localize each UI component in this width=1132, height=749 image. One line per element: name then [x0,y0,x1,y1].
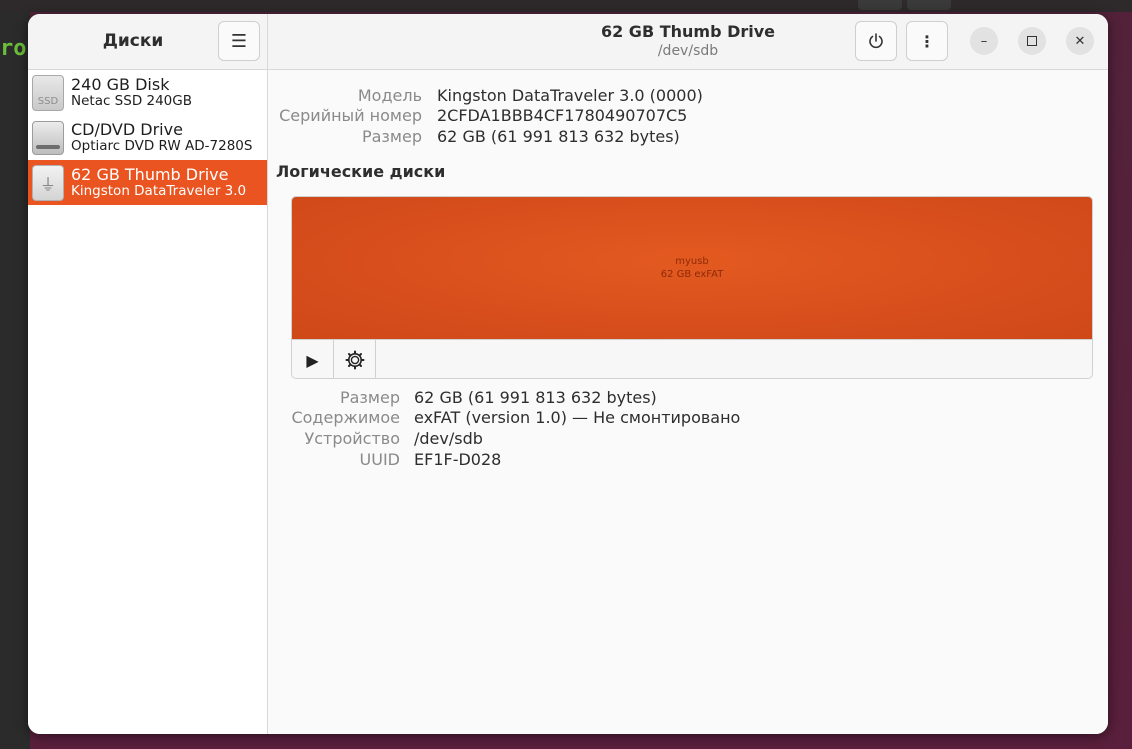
disk-model: Kingston DataTraveler 3.0 [71,182,247,199]
sidebar-item-thumb-drive[interactable]: ⏚ 62 GB Thumb Drive Kingston DataTravele… [28,160,267,205]
partition-block[interactable]: myusb 62 GB exFAT [292,197,1092,339]
volume-map: myusb 62 GB exFAT ▶ [291,196,1093,379]
volume-device-value: /dev/sdb [414,429,483,448]
power-icon [869,33,883,49]
partition-description: 62 GB exFAT [660,269,724,280]
more-vertical-icon: ⋮ [919,31,935,51]
model-label: Модель [357,86,422,105]
drive-device-path: /dev/sdb [657,43,719,59]
volume-content-label: Содержимое [291,408,400,427]
drive-options-button[interactable]: ⋮ [906,21,948,61]
app-title: Диски [102,31,164,51]
disk-model: Netac SSD 240GB [71,92,192,109]
optical-drive-icon [32,120,64,155]
size-label: Размер [361,127,422,146]
volumes-section-title: Логические диски [276,162,446,181]
volume-content-value: exFAT (version 1.0) — Не смонтировано [414,408,741,427]
sidebar-item-240gb-disk[interactable]: SSD 240 GB Disk Netac SSD 240GB [28,70,267,115]
header-bar: 62 GB Thumb Drive /dev/sdb ⋮ – ✕ [268,14,1108,70]
close-button[interactable]: ✕ [1066,27,1094,55]
main-panel: 62 GB Thumb Drive /dev/sdb ⋮ – ✕ Модель … [268,14,1108,734]
ssd-icon-label: SSD [37,95,59,107]
volume-device-label: Устройство [304,429,400,448]
disks-window: Диски ☰ SSD 240 GB Disk Netac SSD 240GB … [28,14,1108,734]
sidebar: Диски ☰ SSD 240 GB Disk Netac SSD 240GB … [28,14,268,734]
drive-title: 62 GB Thumb Drive [600,22,776,41]
serial-label: Серийный номер [279,106,422,125]
terminal-window-edge: ro [0,12,30,749]
play-mount-icon: ▶ [306,350,319,370]
desktop-top-tab [858,0,902,10]
partition-name: myusb [675,255,709,267]
ssd-drive-icon: SSD [32,74,64,111]
minimize-icon: – [980,33,988,49]
size-value: 62 GB (61 991 813 632 bytes) [437,127,680,146]
terminal-text-fragment: ro [0,36,27,61]
volume-toolbar: ▶ [292,339,1092,378]
maximize-icon [1027,36,1037,46]
hamburger-menu-icon: ☰ [230,30,248,52]
volume-size-value: 62 GB (61 991 813 632 bytes) [414,388,657,407]
volume-uuid-value: EF1F-D028 [414,450,502,469]
minimize-button[interactable]: – [970,27,998,55]
volume-uuid-label: UUID [359,450,400,469]
close-icon: ✕ [1074,33,1086,49]
sidebar-item-cd-dvd-drive[interactable]: CD/DVD Drive Optiarc DVD RW AD-7280S [28,115,267,160]
maximize-button[interactable] [1018,27,1046,55]
desktop-top-tab [907,0,951,10]
model-value: Kingston DataTraveler 3.0 (0000) [437,86,703,105]
sidebar-header: Диски ☰ [28,14,267,70]
usb-drive-icon: ⏚ [32,164,64,201]
power-off-button[interactable] [855,21,897,61]
disk-name: CD/DVD Drive [71,119,183,139]
gear-icon [345,350,364,370]
partition-settings-button[interactable] [334,340,376,378]
main-menu-button[interactable]: ☰ [218,21,260,61]
disk-name: 62 GB Thumb Drive [71,164,229,184]
volume-size-label: Размер [339,388,400,407]
disk-model: Optiarc DVD RW AD-7280S [71,137,253,154]
disk-name: 240 GB Disk [71,74,170,94]
mount-button[interactable]: ▶ [292,340,334,378]
serial-value: 2CFDA1BBB4CF1780490707C5 [437,106,688,125]
